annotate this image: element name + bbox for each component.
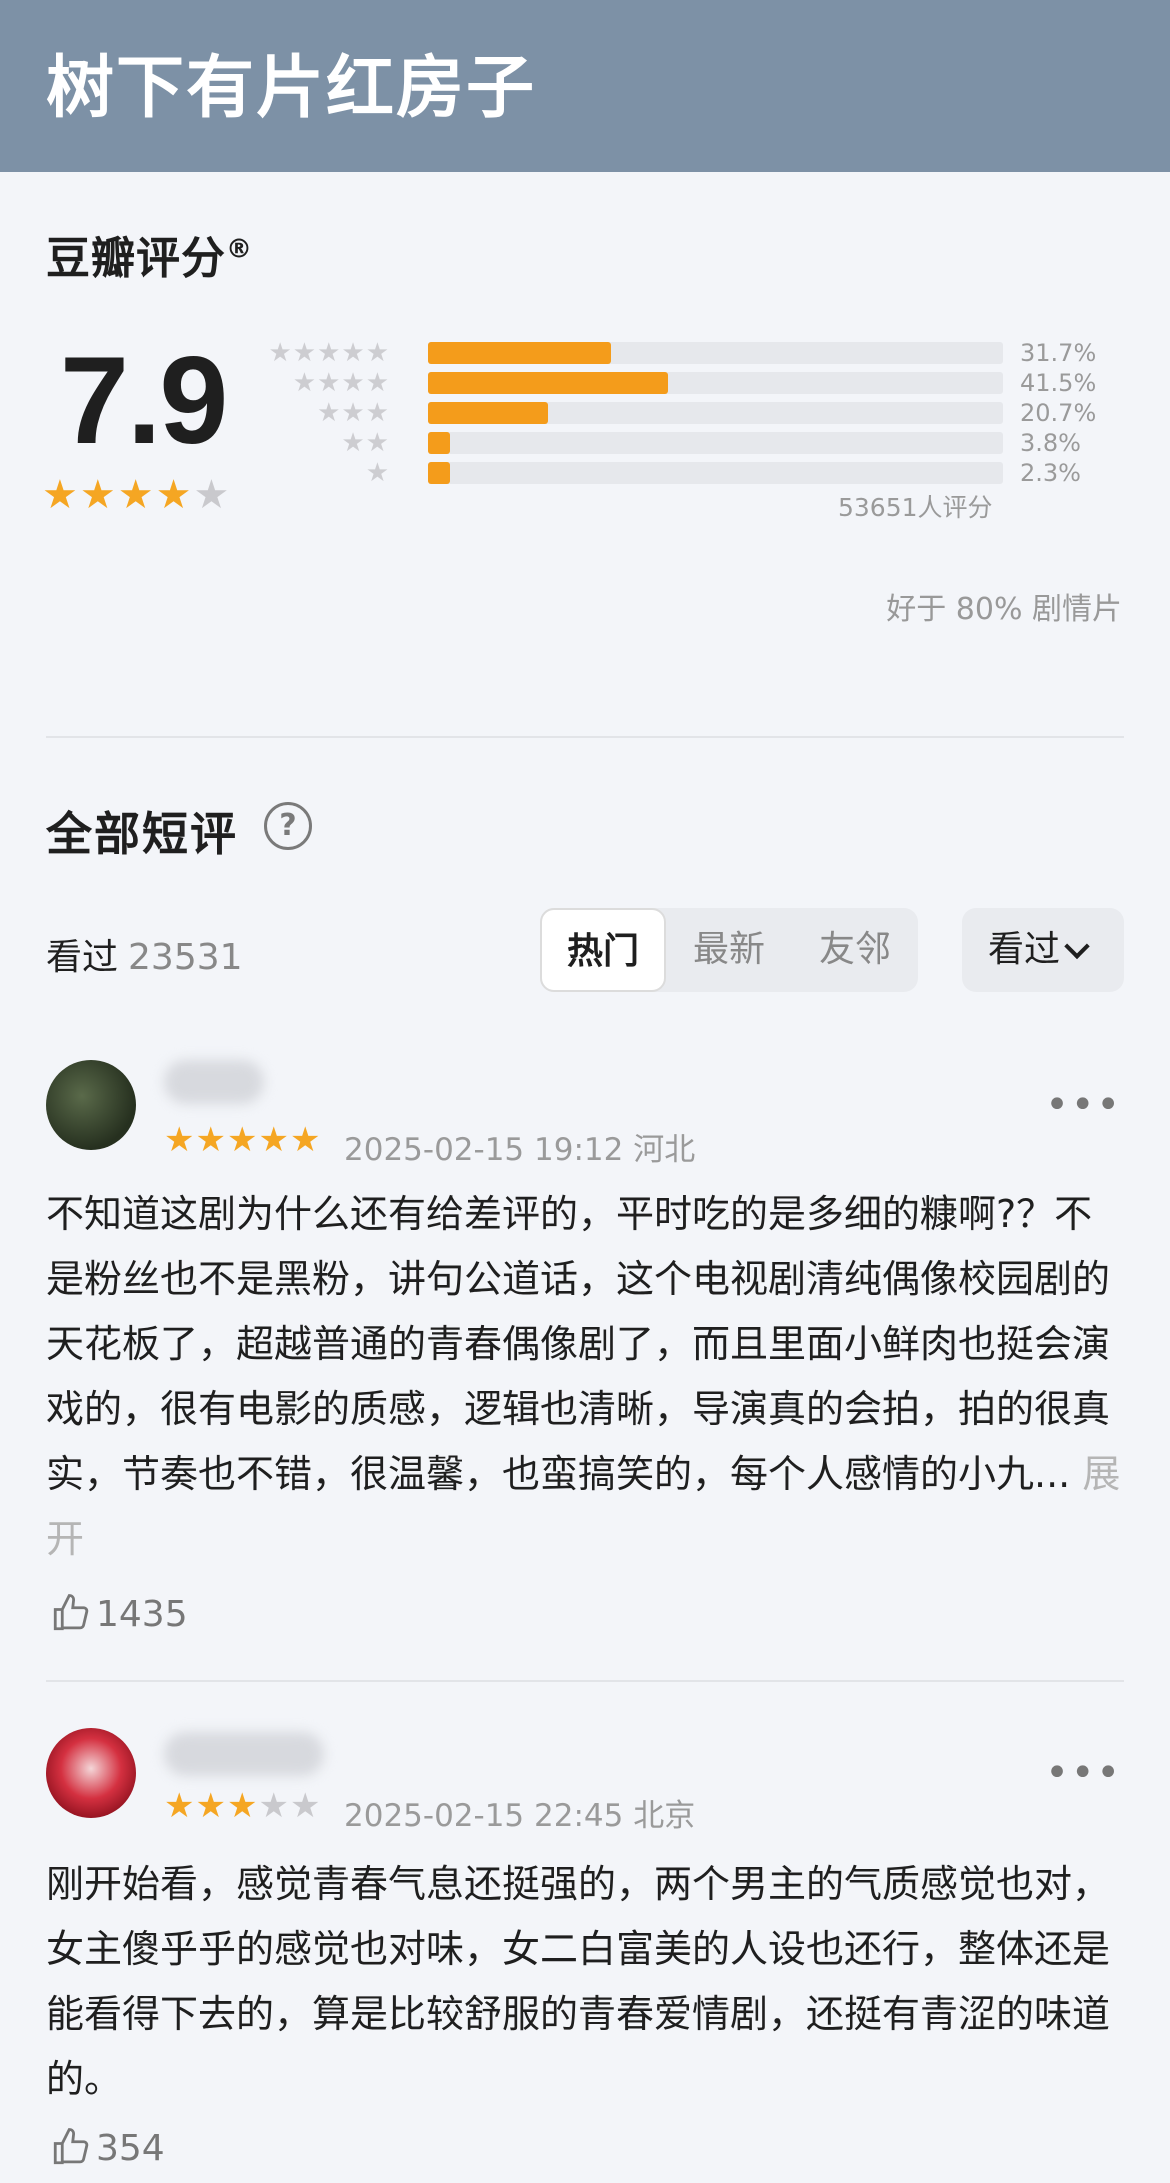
bar-percent: 31.7%	[1020, 339, 1097, 367]
rating-count[interactable]: 53651人评分	[838, 488, 993, 524]
bar-track	[428, 432, 1003, 454]
bar-fill	[428, 462, 450, 484]
bar-star-label: ★★★★★	[268, 338, 390, 368]
bar-fill	[428, 402, 548, 424]
rating-bar-4-star: ★★★★ 41.5%	[278, 368, 1108, 398]
star-icon: ★	[226, 1120, 259, 1160]
bar-percent: 41.5%	[1020, 369, 1097, 397]
review-text[interactable]: 刚开始看，感觉青春气息还挺强的，两个男主的气质感觉也对，女主傻乎乎的感觉也对味，…	[46, 1852, 1124, 2112]
star-icon: ★	[42, 472, 80, 518]
tab-hot[interactable]: 热门	[540, 908, 666, 992]
review-meta: 2025-02-15 22:45 北京	[344, 1798, 696, 1834]
star-icon: ★	[195, 1786, 227, 1826]
bar-fill	[428, 432, 450, 454]
page-title: 树下有片红房子	[46, 49, 537, 128]
bar-fill	[428, 342, 612, 364]
tab-latest[interactable]: 最新	[666, 908, 792, 992]
help-icon[interactable]: ?	[264, 802, 312, 850]
review-meta: 2025-02-15 19:12 河北	[344, 1132, 696, 1168]
thumbs-up-icon	[53, 1594, 89, 1631]
star-icon: ★	[155, 472, 194, 518]
more-icon[interactable]: •••	[1045, 1750, 1122, 1796]
bar-star-label: ★★★	[317, 398, 390, 428]
star-icon: ★	[289, 1786, 322, 1826]
bar-star-label: ★	[365, 458, 390, 488]
star-icon: ★	[117, 472, 156, 518]
rating-bar-5-star: ★★★★★ 31.7%	[268, 338, 1108, 368]
star-icon: ★	[164, 1120, 196, 1160]
star-icon: ★	[195, 1120, 227, 1160]
bar-track	[428, 342, 1003, 364]
rating-bar-1-star: ★ 2.3%	[278, 458, 1108, 488]
star-icon: ★	[289, 1120, 322, 1160]
better-than-label[interactable]: 好于 80% 剧情片	[886, 584, 1122, 628]
star-icon: ★	[258, 1786, 290, 1826]
avatar[interactable]	[46, 1728, 136, 1818]
divider	[46, 1680, 1124, 1682]
sort-tabs: 热门 最新 友邻	[540, 908, 918, 992]
bar-star-label: ★★★★	[292, 368, 390, 398]
bar-track	[428, 372, 1003, 394]
bar-percent: 2.3%	[1020, 459, 1081, 487]
bar-track	[428, 462, 1003, 484]
seen-count: 看过 23531	[46, 937, 243, 978]
more-icon[interactable]: •••	[1045, 1082, 1122, 1128]
rating-section-title: 豆瓣评分®	[46, 233, 253, 284]
registered-mark: ®	[226, 234, 253, 265]
like-button[interactable]: 1435	[50, 1592, 188, 1635]
bar-percent: 20.7%	[1020, 399, 1097, 427]
rating-score: 7.9	[60, 332, 228, 470]
tab-friends[interactable]: 友邻	[792, 908, 918, 992]
like-button[interactable]: 354	[50, 2126, 165, 2169]
star-icon: ★	[193, 472, 232, 518]
review-text[interactable]: 不知道这剧为什么还有给差评的，平时吃的是多细的糠啊?？不是粉丝也不是黑粉，讲句公…	[46, 1182, 1124, 1572]
username-blurred[interactable]	[164, 1060, 264, 1104]
bar-fill	[428, 372, 668, 394]
chevron-down-icon	[1064, 933, 1090, 960]
rating-distribution: ★★★★★ 31.7% ★★★★ 41.5% ★★★ 20.7% ★★ 3.8% ★ 2.3%	[268, 338, 1108, 488]
rating-bar-3-star: ★★★ 20.7%	[278, 398, 1108, 428]
star-icon: ★	[164, 1786, 196, 1826]
rating-bar-2-star: ★★ 3.8%	[278, 428, 1108, 458]
divider	[46, 736, 1124, 738]
review-stars: ★★★★★	[164, 1786, 321, 1826]
app-header: 树下有片红房子	[0, 0, 1170, 172]
star-icon: ★	[226, 1786, 259, 1826]
star-icon: ★	[258, 1120, 290, 1160]
username-blurred[interactable]	[164, 1732, 324, 1776]
star-icon: ★	[79, 472, 118, 518]
avatar[interactable]	[46, 1060, 136, 1150]
bar-percent: 3.8%	[1020, 429, 1081, 457]
score-stars: ★★★★★	[42, 472, 231, 518]
status-filter-dropdown[interactable]: 看过	[962, 908, 1124, 992]
reviews-section-title: 全部短评	[46, 807, 238, 861]
bar-track	[428, 402, 1003, 424]
bar-star-label: ★★	[341, 428, 390, 458]
review-stars: ★★★★★	[164, 1120, 321, 1160]
thumbs-up-icon	[53, 2128, 89, 2165]
